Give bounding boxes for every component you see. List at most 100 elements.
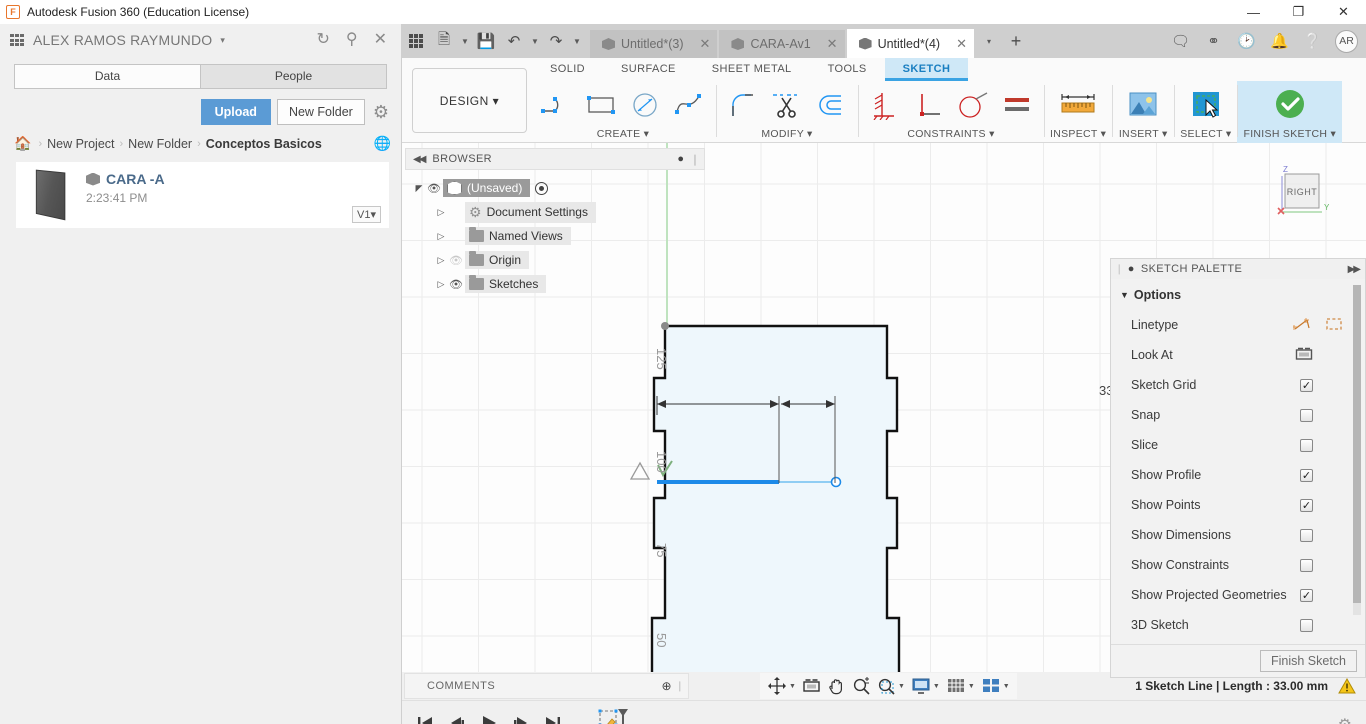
view-cube[interactable]: RIGHT Z Y	[1272, 163, 1334, 225]
perpendicular-constraint-icon[interactable]	[908, 85, 950, 125]
sketch-feature-icon[interactable]	[598, 706, 632, 724]
upload-button[interactable]: Upload	[200, 99, 271, 125]
equal-constraint-icon[interactable]	[996, 85, 1038, 125]
tree-node-chip[interactable]: (Unsaved)	[443, 179, 531, 197]
expand-right-icon[interactable]: ▶▶	[1348, 264, 1361, 275]
zoom-icon[interactable]	[850, 675, 873, 697]
collapse-left-icon[interactable]: ◀◀	[413, 154, 426, 165]
trim-scissors-icon[interactable]	[766, 85, 808, 125]
tree-node-origin[interactable]: ▷ 👁 Origin	[405, 248, 705, 272]
expand-arrow-icon[interactable]: ▷	[435, 207, 447, 218]
panel-grip[interactable]: ❘	[676, 681, 684, 692]
tangent-constraint-icon[interactable]	[952, 85, 994, 125]
tree-node-unsaved[interactable]: ◤ 👁 (Unsaved)	[405, 176, 705, 200]
notification-bell-icon[interactable]: 🔔	[1263, 24, 1296, 58]
help-icon[interactable]: ❔	[1296, 24, 1329, 58]
tab-solid[interactable]: SOLID	[532, 58, 603, 81]
panel-grip[interactable]: ❘	[690, 153, 700, 166]
breadcrumb-item-new-project[interactable]: New Project	[47, 137, 114, 151]
maximize-button[interactable]: ❐	[1276, 0, 1321, 24]
new-tab-button[interactable]: +	[1002, 24, 1030, 58]
eye-off-icon[interactable]: 👁	[447, 254, 465, 267]
spline-icon[interactable]	[668, 85, 710, 125]
warning-triangle-icon[interactable]	[1338, 677, 1356, 694]
redo-icon[interactable]: ↷	[542, 24, 570, 58]
display-settings-icon[interactable]: ▼	[909, 675, 942, 697]
checkbox-show-profile[interactable]: ✓	[1300, 468, 1313, 482]
options-section-header[interactable]: ▼ Options	[1111, 285, 1365, 310]
home-icon[interactable]: 🏠	[14, 135, 31, 152]
tree-node-chip[interactable]: Sketches	[465, 275, 547, 293]
comments-panel[interactable]: COMMENTS ⊕ ❘	[404, 673, 689, 699]
tab-overflow-caret[interactable]: ▾	[976, 24, 1002, 58]
checkbox-show-constraints[interactable]	[1300, 558, 1313, 572]
search-icon[interactable]: ⚲	[346, 32, 358, 48]
new-file-icon[interactable]: 🗎	[430, 24, 458, 58]
new-folder-button[interactable]: New Folder	[276, 99, 365, 125]
panel-grip[interactable]: ❘	[1115, 264, 1124, 275]
close-icon[interactable]: ✕	[817, 36, 838, 52]
expand-arrow-icon[interactable]: ▷	[435, 231, 447, 242]
job-status-icon[interactable]: ⚭	[1197, 24, 1230, 58]
add-comment-icon[interactable]: ⊕	[662, 679, 672, 693]
breadcrumb-item-new-folder[interactable]: New Folder	[128, 137, 192, 151]
expand-arrow-icon[interactable]: ▷	[435, 279, 447, 290]
checkbox-3d-sketch[interactable]	[1300, 618, 1313, 632]
activate-component-radio[interactable]	[535, 181, 549, 195]
construction-line-icon[interactable]	[1292, 316, 1311, 335]
workspace-switcher-design[interactable]: DESIGN ▾	[412, 68, 527, 133]
centerline-icon[interactable]	[1325, 316, 1343, 335]
eye-icon[interactable]: 👁	[447, 278, 465, 291]
tab-sketch[interactable]: SKETCH	[884, 58, 969, 81]
tree-node-named-views[interactable]: ▷ Named Views	[405, 224, 705, 248]
tree-node-sketches[interactable]: ▷ 👁 Sketches	[405, 272, 705, 296]
checkbox-slice[interactable]	[1300, 438, 1313, 452]
palette-scrollbar[interactable]	[1353, 285, 1361, 615]
account-dropdown-caret[interactable]: ▾	[220, 35, 225, 46]
step-forward-icon[interactable]	[512, 714, 530, 724]
new-file-caret[interactable]: ▼	[458, 24, 472, 58]
gear-icon[interactable]: ⚙	[373, 103, 389, 121]
list-item[interactable]: CARA -A 2:23:41 PM V1▾	[16, 162, 389, 228]
close-icon[interactable]: ✕	[690, 36, 711, 52]
checkbox-show-points[interactable]: ✓	[1300, 498, 1313, 512]
document-tab-cara-av1[interactable]: CARA-Av1 ✕	[719, 30, 845, 58]
skip-to-end-icon[interactable]	[544, 714, 562, 724]
offset-icon[interactable]	[810, 85, 852, 125]
tree-node-chip[interactable]: Origin	[465, 251, 530, 269]
save-icon[interactable]: 💾	[472, 24, 500, 58]
avatar[interactable]: AR	[1335, 29, 1358, 53]
finish-sketch-button[interactable]: Finish Sketch	[1259, 650, 1357, 672]
undo-caret[interactable]: ▼	[528, 24, 542, 58]
checkbox-show-dimensions[interactable]	[1300, 528, 1313, 542]
minus-circle-icon[interactable]: ●	[1128, 263, 1135, 275]
document-tab-untitled-3[interactable]: Untitled*(3) ✕	[590, 30, 718, 58]
measure-ruler-icon[interactable]	[1053, 85, 1103, 125]
zoom-window-icon[interactable]: ▼	[875, 675, 907, 697]
look-at-camera-icon[interactable]	[1295, 346, 1313, 365]
comment-icon[interactable]: 🗨	[1164, 24, 1197, 58]
tree-node-chip[interactable]: Named Views	[465, 227, 571, 245]
undo-icon[interactable]: ↶	[500, 24, 528, 58]
tab-tools[interactable]: TOOLS	[810, 58, 885, 81]
sketch-line-icon[interactable]	[536, 85, 578, 125]
select-cursor-icon[interactable]	[1181, 85, 1231, 125]
tab-data[interactable]: Data	[14, 64, 201, 89]
tab-people[interactable]: People	[201, 64, 387, 89]
skip-to-start-icon[interactable]	[416, 714, 434, 724]
gear-icon[interactable]: ⚙	[1338, 715, 1352, 724]
refresh-icon[interactable]: ↻	[316, 32, 329, 48]
recent-icon[interactable]: 🕑	[1230, 24, 1263, 58]
viewports-icon[interactable]: ▼	[979, 675, 1012, 697]
play-icon[interactable]	[480, 714, 498, 724]
app-grid-icon[interactable]	[402, 24, 430, 58]
version-dropdown[interactable]: V1▾	[352, 206, 381, 223]
insert-image-icon[interactable]	[1118, 85, 1168, 125]
step-back-icon[interactable]	[448, 714, 466, 724]
ribbon-group-finish-sketch[interactable]: FINISH SKETCH ▾	[1237, 81, 1343, 143]
rectangle-icon[interactable]	[580, 85, 622, 125]
close-icon[interactable]: ✕	[374, 32, 387, 48]
circle-icon[interactable]	[624, 85, 666, 125]
redo-caret[interactable]: ▼	[570, 24, 584, 58]
file-name[interactable]: CARA -A	[106, 171, 165, 187]
